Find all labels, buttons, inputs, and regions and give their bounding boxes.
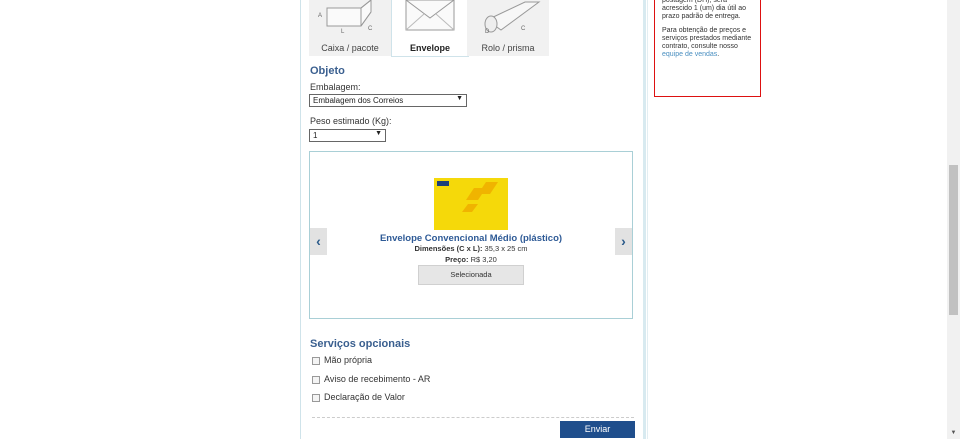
content-border-left: [300, 0, 301, 439]
tab-label: Caixa / pacote: [321, 43, 379, 53]
embalagem-value: Embalagem dos Correios: [313, 96, 404, 105]
selecionada-button[interactable]: Selecionada: [418, 265, 524, 285]
correios-logo-icon: [437, 181, 498, 212]
envelope-icon: [405, 0, 455, 31]
roll-letter-c: C: [521, 26, 526, 32]
price-label: Preço:: [445, 255, 469, 264]
option-label: Aviso de recebimento - AR: [324, 374, 431, 384]
info-paragraph-1: postagem (DH), será acrescido 1 (um) dia…: [662, 0, 747, 21]
enviar-button[interactable]: Enviar: [560, 421, 635, 438]
tab-label: Rolo / prisma: [481, 43, 535, 53]
peso-select[interactable]: 1 ▼: [309, 129, 386, 142]
checkbox[interactable]: [312, 357, 320, 365]
servicos-title: Serviços opcionais: [310, 338, 411, 350]
divider: [312, 417, 634, 418]
content-border-right-inner: [647, 0, 648, 439]
checkbox[interactable]: [312, 394, 320, 402]
option-label: Declaração de Valor: [324, 392, 405, 402]
peso-label: Peso estimado (Kg):: [310, 116, 392, 126]
content-border-right: [643, 0, 646, 439]
embalagem-label: Embalagem:: [310, 82, 361, 92]
scrollbar-thumb[interactable]: [949, 165, 958, 315]
option-label: Mão própria: [324, 355, 373, 365]
roll-letter-d: D: [485, 29, 490, 35]
scroll-down-arrow-icon[interactable]: ▼: [947, 427, 960, 439]
info-text: postagem (DH), será acrescido 1 (um) dia…: [662, 0, 754, 59]
product-dimensions: Dimensões (C x L): 35,3 x 25 cm: [320, 244, 622, 253]
info-paragraph-2-text: Para obtenção de preços e serviços prest…: [662, 26, 752, 51]
peso-value: 1: [313, 131, 318, 140]
dim-label: Dimensões (C x L):: [414, 244, 483, 253]
checkbox[interactable]: [312, 376, 320, 384]
dim-value: 35,3 x 25 cm: [482, 244, 528, 253]
equipe-vendas-link[interactable]: equipe de vendas: [662, 51, 717, 58]
info-paragraph-2: Para obtenção de preços e serviços prest…: [662, 27, 754, 60]
dropdown-arrow-icon: ▼: [375, 130, 382, 137]
tab-caixa-pacote[interactable]: A L C Caixa / pacote: [309, 0, 391, 56]
price-value: R$ 3,20: [468, 255, 497, 264]
product-name: Envelope Convencional Médio (plástico): [379, 233, 563, 244]
tab-label: Envelope: [409, 43, 450, 53]
dropdown-arrow-icon: ▼: [456, 95, 463, 102]
tab-rolo-prisma[interactable]: D C Rolo / prisma: [467, 0, 549, 56]
box-letter-a: A: [318, 13, 322, 19]
info-paragraph-2-end: .: [717, 51, 720, 59]
embalagem-select[interactable]: Embalagem dos Correios ▼: [309, 94, 467, 107]
box-icon: A L C: [318, 0, 373, 35]
roll-icon: D C: [484, 1, 541, 35]
envelope-product-image: [434, 178, 508, 230]
box-letter-l: L: [341, 29, 345, 35]
box-letter-c: C: [368, 26, 373, 32]
product-price: Preço: R$ 3,20: [320, 255, 622, 264]
tab-envelope[interactable]: Envelope: [391, 0, 469, 57]
objeto-title: Objeto: [310, 65, 345, 77]
